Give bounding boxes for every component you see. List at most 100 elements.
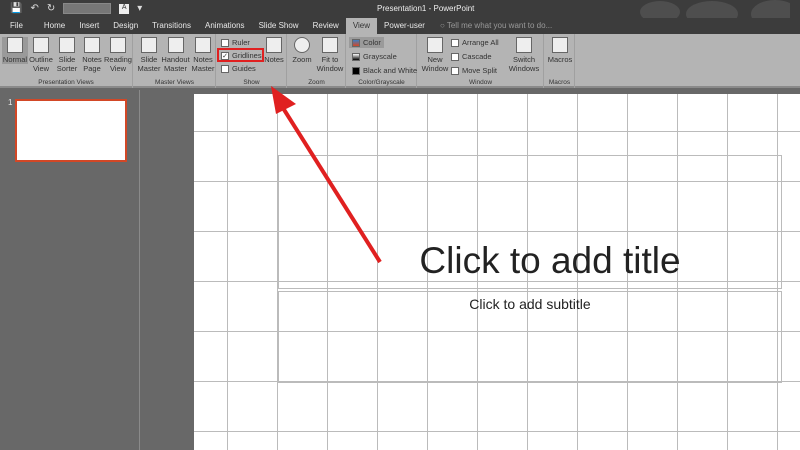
- title-placeholder-text: Click to add title: [419, 240, 681, 281]
- label: Notes Page: [82, 55, 102, 73]
- font-combo[interactable]: [63, 3, 112, 14]
- guides-checkbox[interactable]: Guides: [221, 64, 256, 73]
- group-label: Color/Grayscale: [358, 79, 405, 86]
- tab-view[interactable]: View: [345, 18, 378, 34]
- undo-icon[interactable]: ↶: [30, 3, 38, 14]
- redo-icon[interactable]: ↻: [47, 3, 55, 14]
- label: Fit to Window: [316, 55, 344, 73]
- notes-button[interactable]: Notes: [263, 37, 285, 64]
- group-label: Window: [468, 79, 493, 86]
- label: Arrange All: [462, 38, 499, 47]
- label: Handout Master: [161, 55, 190, 73]
- tab-slide-show[interactable]: Slide Show: [252, 18, 306, 34]
- new-window-icon: [427, 37, 443, 53]
- reading-view-button[interactable]: Reading View: [104, 37, 132, 73]
- font-color-icon[interactable]: A: [119, 3, 130, 14]
- macros-button[interactable]: Macros: [546, 37, 574, 64]
- subtitle-placeholder-text: Click to add subtitle: [469, 296, 591, 312]
- tell-me-search[interactable]: ○ Tell me what you want to do...: [432, 18, 560, 34]
- label: Zoom: [292, 55, 312, 64]
- group-color-grayscale: Color Grayscale Black and White Color/Gr…: [347, 34, 417, 88]
- tell-me-text: Tell me what you want to do...: [446, 21, 553, 30]
- label: Grayscale: [363, 52, 397, 61]
- ribbon: Normal Outline View Slide Sorter Notes P…: [0, 34, 800, 88]
- fit-to-window-button[interactable]: Fit to Window: [315, 37, 345, 73]
- slide-sorter-button[interactable]: Slide Sorter: [54, 37, 80, 73]
- group-presentation-views: Normal Outline View Slide Sorter Notes P…: [0, 34, 133, 88]
- label: Notes: [264, 55, 284, 64]
- tab-power-user[interactable]: Power-user: [377, 18, 432, 34]
- arrange-all-button[interactable]: Arrange All: [451, 38, 499, 47]
- group-label: Macros: [548, 79, 571, 86]
- title-placeholder[interactable]: Click to add title: [278, 155, 782, 289]
- label: Outline View: [29, 55, 53, 73]
- slide-sorter-icon: [59, 37, 75, 53]
- label: Switch Windows: [508, 55, 540, 73]
- label: Black and White: [363, 66, 418, 75]
- fit-window-icon: [322, 37, 338, 53]
- tab-design[interactable]: Design: [106, 18, 145, 34]
- move-split-icon: [451, 66, 459, 75]
- new-window-button[interactable]: New Window: [420, 37, 450, 73]
- reading-view-icon: [110, 37, 126, 53]
- label: Cascade: [462, 52, 492, 61]
- notes-page-icon: [84, 37, 100, 53]
- group-macros: Macros Macros: [545, 34, 575, 88]
- customize-icon[interactable]: ▾: [137, 3, 142, 14]
- tab-home[interactable]: Home: [37, 18, 72, 34]
- normal-icon: [7, 37, 23, 53]
- notes-page-button[interactable]: Notes Page: [80, 37, 104, 73]
- subtitle-placeholder[interactable]: Click to add subtitle: [278, 291, 782, 383]
- tab-insert[interactable]: Insert: [72, 18, 106, 34]
- label: Slide Sorter: [56, 55, 78, 73]
- black-white-button[interactable]: Black and White: [352, 66, 417, 75]
- gridlines-highlight-box: [217, 48, 264, 62]
- ruler-checkbox[interactable]: Ruler: [221, 38, 250, 47]
- title-bar: 💾 ↶ ↻ A ▾ Presentation1 - PowerPoint: [0, 0, 800, 28]
- label: Guides: [232, 64, 256, 73]
- checkbox-icon: [221, 64, 229, 73]
- color-button[interactable]: Color: [349, 37, 384, 48]
- label: Move Split: [462, 66, 498, 75]
- checkbox-icon: [221, 38, 229, 47]
- normal-button[interactable]: Normal: [2, 37, 28, 64]
- handout-master-button[interactable]: Handout Master: [161, 37, 190, 73]
- move-split-button[interactable]: Move Split: [451, 66, 497, 75]
- grayscale-button[interactable]: Grayscale: [352, 52, 397, 61]
- grayscale-icon: [352, 52, 360, 61]
- group-label: Master Views: [155, 79, 194, 86]
- slide-master-icon: [141, 37, 157, 53]
- tab-file[interactable]: File: [0, 18, 37, 34]
- tab-review[interactable]: Review: [306, 18, 346, 34]
- slide-canvas[interactable]: Click to add title Click to add subtitle: [194, 94, 800, 450]
- outline-view-button[interactable]: Outline View: [28, 37, 54, 73]
- slide-number: 1: [8, 98, 13, 107]
- switch-windows-icon: [516, 37, 532, 53]
- ribbon-tabs: File Home Insert Design Transitions Anim…: [0, 18, 800, 34]
- tab-animations[interactable]: Animations: [198, 18, 252, 34]
- label: Reading View: [104, 55, 132, 73]
- notes-master-icon: [195, 37, 211, 53]
- lightbulb-icon: ○: [439, 21, 447, 30]
- group-label: Show: [243, 79, 260, 86]
- zoom-button[interactable]: Zoom: [290, 37, 314, 64]
- slide-thumbnail[interactable]: [15, 99, 127, 162]
- label: Ruler: [232, 38, 250, 47]
- color-icon: [352, 38, 360, 47]
- slide-master-button[interactable]: Slide Master: [136, 37, 162, 73]
- save-icon[interactable]: 💾: [10, 3, 22, 14]
- label: Macros: [547, 55, 573, 64]
- quick-access-toolbar: 💾 ↶ ↻ A ▾: [10, 3, 142, 14]
- group-master-views: Slide Master Handout Master Notes Master…: [134, 34, 216, 88]
- switch-windows-button[interactable]: Switch Windows: [506, 37, 542, 73]
- handout-master-icon: [167, 37, 184, 53]
- label: Notes Master: [191, 55, 215, 73]
- notes-icon: [266, 37, 282, 53]
- label: Normal: [2, 55, 28, 64]
- outline-icon: [33, 37, 49, 53]
- tab-transitions[interactable]: Transitions: [145, 18, 198, 34]
- cascade-button[interactable]: Cascade: [451, 52, 492, 61]
- group-label: Zoom: [308, 79, 325, 86]
- label: New Window: [421, 55, 449, 73]
- notes-master-button[interactable]: Notes Master: [190, 37, 216, 73]
